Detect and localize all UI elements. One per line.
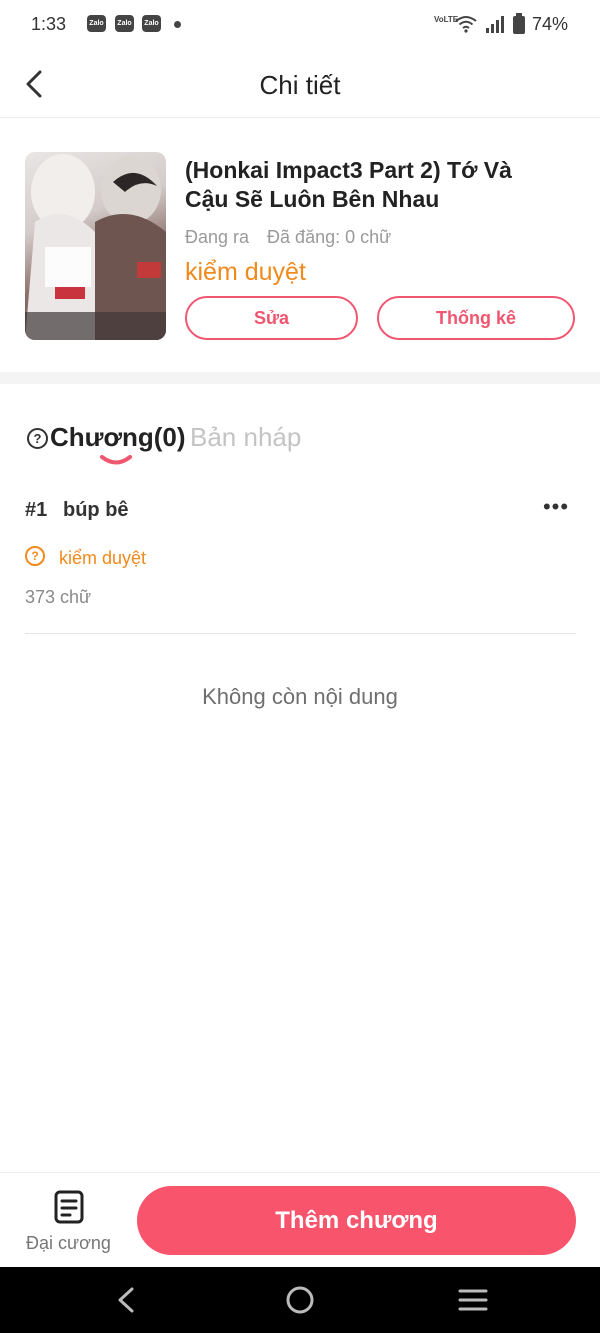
notification-dot-icon [174, 21, 181, 28]
page-title: Chi tiết [259, 70, 341, 100]
chapter-title: búp bê [63, 499, 129, 521]
zalo-notification-icon: Zalo [142, 15, 161, 32]
status-bar: 1:33 Zalo Zalo Zalo VoLTE 74% [0, 0, 600, 50]
chapter-number: #1 [25, 499, 48, 521]
battery-percent: 74% [532, 14, 569, 34]
zalo-notification-icon: Zalo [87, 15, 106, 32]
nav-home-icon[interactable] [280, 1281, 320, 1319]
chapter-word-count: 373 chữ [25, 587, 92, 607]
tab-chapters[interactable]: Chương(0) [50, 422, 186, 453]
cover-artwork [25, 154, 166, 340]
active-tab-indicator [100, 455, 132, 465]
book-review-status: kiểm duyệt [185, 258, 306, 286]
signal-icon [486, 16, 504, 33]
nav-back-icon[interactable] [106, 1281, 146, 1319]
edit-button[interactable]: Sửa [185, 296, 358, 340]
wifi-icon [455, 16, 477, 33]
nav-recents-icon[interactable] [453, 1281, 493, 1319]
chapter-tabs: ? Chương(0) Bản nháp [0, 384, 600, 474]
question-circle-icon[interactable]: ? [27, 428, 48, 449]
status-time: 1:33 [31, 14, 67, 34]
book-status: Đang ra [185, 227, 250, 247]
app-header: Chi tiết [0, 50, 600, 118]
bottom-action-bar: Đại cương Thêm chương [0, 1172, 600, 1267]
book-meta: Đang ra Đã đăng: 0 chữ [185, 227, 391, 248]
outline-document-icon[interactable] [53, 1190, 85, 1224]
empty-message: Không còn nội dung [202, 684, 398, 709]
system-nav-bar [0, 1267, 600, 1333]
tab-drafts[interactable]: Bản nháp [190, 422, 301, 453]
more-options-icon[interactable]: ••• [536, 492, 576, 528]
chapter-review-status: kiểm duyệt [59, 548, 147, 568]
book-title: (Honkai Impact3 Part 2) Tớ Và Cậu Sẽ Luô… [185, 157, 512, 212]
book-word-count: Đã đăng: 0 chữ [267, 227, 392, 247]
outline-label[interactable]: Đại cương [0, 1233, 137, 1254]
book-card: (Honkai Impact3 Part 2) Tớ Và Cậu Sẽ Luô… [0, 118, 600, 372]
statistics-button[interactable]: Thống kê [377, 296, 575, 340]
add-chapter-button[interactable]: Thêm chương [137, 1186, 576, 1255]
section-divider [0, 372, 600, 384]
book-cover-image[interactable] [25, 152, 166, 340]
review-status-icon: ? [25, 546, 45, 566]
zalo-notification-icon: Zalo [115, 15, 134, 32]
battery-icon [513, 13, 525, 34]
chapter-list-item[interactable]: #1 búp bê ••• ? kiểm duyệt 373 chữ [25, 484, 576, 634]
